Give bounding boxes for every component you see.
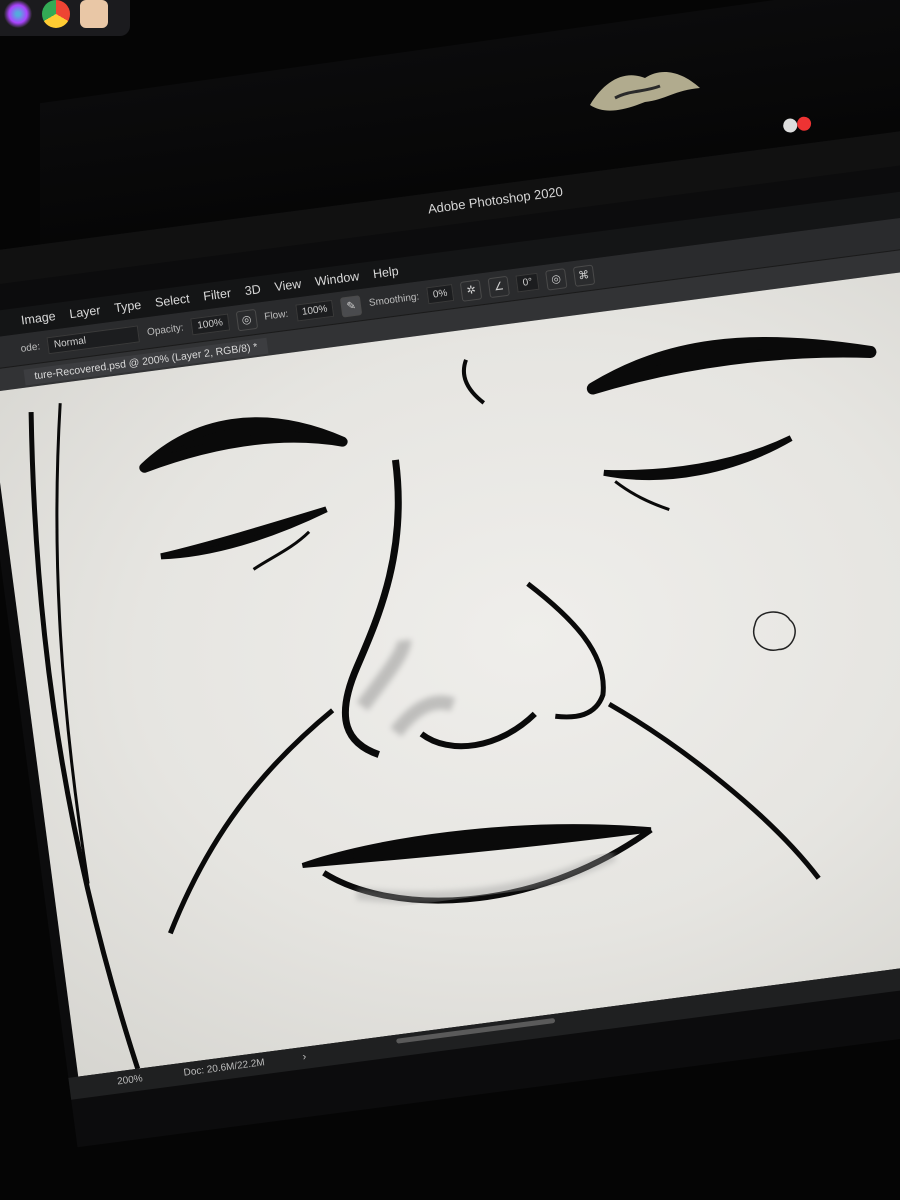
menu-view[interactable]: View <box>274 277 302 294</box>
angle-icon: ∠ <box>487 275 511 298</box>
left-eyebrow <box>139 417 348 473</box>
smoothing-label: Smoothing: <box>368 291 420 309</box>
smoothing-field[interactable]: 0% <box>426 283 455 305</box>
menu-3d[interactable]: 3D <box>244 282 262 298</box>
chrome-icon[interactable] <box>42 0 70 28</box>
menu-image[interactable]: Image <box>20 309 56 327</box>
siri-icon[interactable] <box>4 0 32 28</box>
left-fold <box>168 708 335 935</box>
doc-size: Doc: 20.6M/22.2M <box>183 1057 266 1079</box>
right-eyebrow <box>586 336 877 395</box>
hair-line-2 <box>55 403 90 884</box>
zoom-level[interactable]: 200% <box>117 1073 144 1087</box>
menu-select[interactable]: Select <box>154 291 190 309</box>
mode-select[interactable]: Normal <box>46 325 141 355</box>
flow-field[interactable]: 100% <box>294 299 335 322</box>
butterfly-icon[interactable]: ⌘ <box>572 264 596 287</box>
brush-cursor <box>752 611 796 651</box>
right-eye-lash <box>614 480 670 512</box>
lip-shading <box>356 849 617 904</box>
menu-help[interactable]: Help <box>372 264 399 281</box>
opacity-field[interactable]: 100% <box>190 313 230 336</box>
status-menu-arrow[interactable]: › <box>302 1051 307 1063</box>
right-fold <box>607 701 821 880</box>
mail-icon[interactable] <box>80 0 108 28</box>
nose-bottom <box>419 711 537 750</box>
menu-layer[interactable]: Layer <box>69 303 102 321</box>
laptop-sticker <box>590 72 700 111</box>
mode-label: ode: <box>20 341 41 355</box>
monitor-screen: Adobe Photoshop 2020 Image Layer Type Se… <box>0 116 900 1148</box>
hair-line <box>28 412 141 1070</box>
right-eye <box>603 435 793 480</box>
angle-field[interactable]: 0° <box>515 272 540 293</box>
photo-scene: Adobe Photoshop 2020 Image Layer Type Se… <box>0 0 900 1200</box>
menu-type[interactable]: Type <box>113 298 142 315</box>
canvas[interactable] <box>0 260 900 1077</box>
face-drawing <box>28 336 877 1070</box>
pressure-icon[interactable]: ◎ <box>235 308 258 331</box>
menu-filter[interactable]: Filter <box>202 286 231 304</box>
mac-dock <box>0 0 130 36</box>
nose-shading <box>356 639 456 737</box>
menu-window[interactable]: Window <box>314 269 360 289</box>
symmetry-icon[interactable]: ◎ <box>544 267 568 291</box>
brow-crease <box>461 359 486 405</box>
left-eye <box>160 506 328 560</box>
airbrush-icon[interactable]: ✎ <box>339 294 363 318</box>
flow-label: Flow: <box>263 308 289 323</box>
nose-right <box>526 581 606 720</box>
settings-icon[interactable]: ✲ <box>459 278 483 302</box>
opacity-label: Opacity: <box>146 322 185 339</box>
